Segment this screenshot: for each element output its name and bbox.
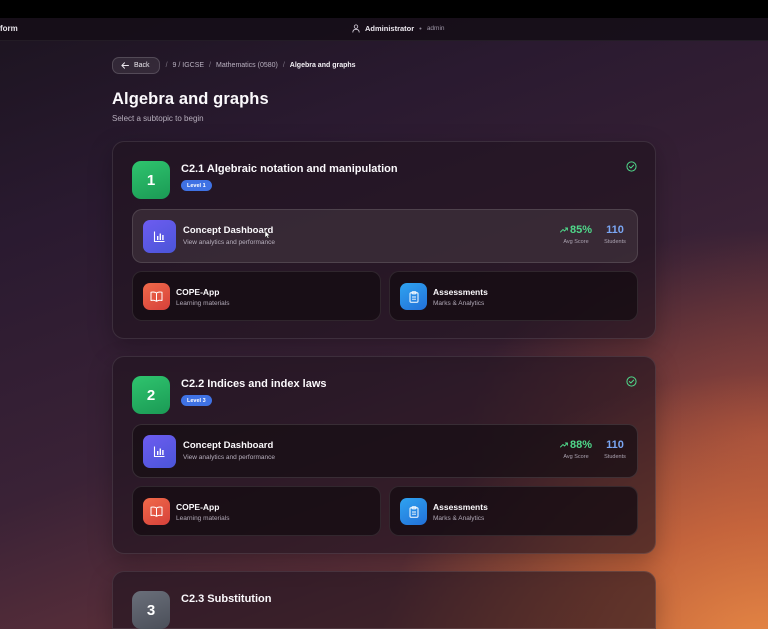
subtopic-title: C2.3 Substitution [181, 593, 272, 605]
top-black-strip [0, 0, 768, 18]
breadcrumb-item-current: Algebra and graphs [289, 62, 356, 69]
assessments-button[interactable]: Assessments Marks & Analytics [389, 271, 638, 321]
book-open-icon [143, 498, 170, 525]
subtopic-card: 3 C2.3 Substitution [112, 571, 656, 629]
subtopic-title: C2.2 Indices and index laws [181, 378, 327, 390]
user-name: Administrator [365, 24, 415, 33]
cope-app-description: Learning materials [176, 515, 230, 522]
subtopic-title: C2.1 Algebraic notation and manipulation [181, 163, 398, 175]
bar-chart-icon [143, 220, 176, 253]
clipboard-icon [400, 498, 427, 525]
back-button-label: Back [134, 62, 150, 69]
assessments-description: Marks & Analytics [433, 300, 485, 307]
assessments-title: Assessments [433, 502, 488, 512]
cope-app-button[interactable]: COPE-App Learning materials [132, 271, 381, 321]
assessments-button[interactable]: Assessments Marks & Analytics [389, 486, 638, 536]
mouse-cursor-icon [264, 230, 271, 239]
assessments-title: Assessments [433, 287, 488, 297]
page-title: Algebra and graphs [112, 90, 269, 108]
breadcrumb-separator: / [282, 62, 285, 69]
avg-score-stat: 85% Avg Score [556, 224, 596, 245]
check-circle-icon [626, 376, 637, 387]
avg-score-label: Avg Score [563, 239, 589, 245]
avg-score-value: 85% [569, 224, 593, 236]
bar-chart-icon [143, 435, 176, 468]
dashboard-description: View analytics and performance [183, 454, 276, 461]
avg-score-label: Avg Score [563, 454, 589, 460]
subtopic-number-badge: 2 [132, 376, 170, 414]
user-role: admin [426, 25, 445, 32]
breadcrumb: Back / 9 / IGCSE / Mathematics (0580) / … [112, 57, 656, 74]
check-circle-icon [626, 161, 637, 172]
concept-dashboard-button[interactable]: Concept Dashboard View analytics and per… [132, 209, 638, 263]
clipboard-icon [400, 283, 427, 310]
dashboard-title: Concept Dashboard [183, 225, 274, 236]
students-label: Students [604, 239, 626, 245]
user-separator: • [419, 24, 422, 33]
breadcrumb-separator: / [209, 62, 211, 69]
avg-score-stat: 88% Avg Score [556, 439, 596, 460]
cope-app-title: COPE-App [176, 287, 220, 297]
subtopic-card: 2 C2.2 Indices and index laws Level 3 Co… [112, 356, 656, 554]
book-open-icon [143, 283, 170, 310]
breadcrumb-item-grade[interactable]: 9 / IGCSE [173, 62, 205, 69]
level-badge: Level 3 [181, 395, 212, 406]
brand-name: form [0, 24, 18, 33]
cope-app-button[interactable]: COPE-App Learning materials [132, 486, 381, 536]
subtopic-number-badge: 1 [132, 161, 170, 199]
students-stat: 110 Students [600, 224, 630, 245]
trending-up-icon [560, 442, 568, 448]
page-subtitle: Select a subtopic to begin [112, 114, 204, 123]
breadcrumb-item-subject[interactable]: Mathematics (0580) [216, 62, 278, 69]
breadcrumb-separator: / [165, 62, 168, 69]
arrow-left-icon [121, 62, 129, 69]
students-value: 110 [606, 224, 624, 236]
main-content: Back / 9 / IGCSE / Mathematics (0580) / … [112, 57, 656, 629]
dashboard-description: View analytics and performance [183, 239, 276, 246]
students-stat: 110 Students [600, 439, 630, 460]
top-bar: form Administrator • admin [0, 18, 768, 41]
cope-app-title: COPE-App [176, 502, 220, 512]
level-badge: Level 1 [181, 180, 212, 191]
subtopic-number-badge: 3 [132, 591, 170, 629]
dashboard-title: Concept Dashboard [183, 440, 274, 451]
trending-up-icon [560, 227, 568, 233]
avg-score-value: 88% [569, 439, 593, 451]
back-button[interactable]: Back [112, 57, 160, 74]
assessments-description: Marks & Analytics [433, 515, 485, 522]
cope-app-description: Learning materials [176, 300, 230, 307]
user-menu[interactable]: Administrator • admin [352, 24, 445, 33]
students-label: Students [604, 454, 626, 460]
subtopic-card: 1 C2.1 Algebraic notation and manipulati… [112, 141, 656, 339]
concept-dashboard-button[interactable]: Concept Dashboard View analytics and per… [132, 424, 638, 478]
students-value: 110 [606, 439, 624, 451]
user-icon [352, 24, 360, 33]
